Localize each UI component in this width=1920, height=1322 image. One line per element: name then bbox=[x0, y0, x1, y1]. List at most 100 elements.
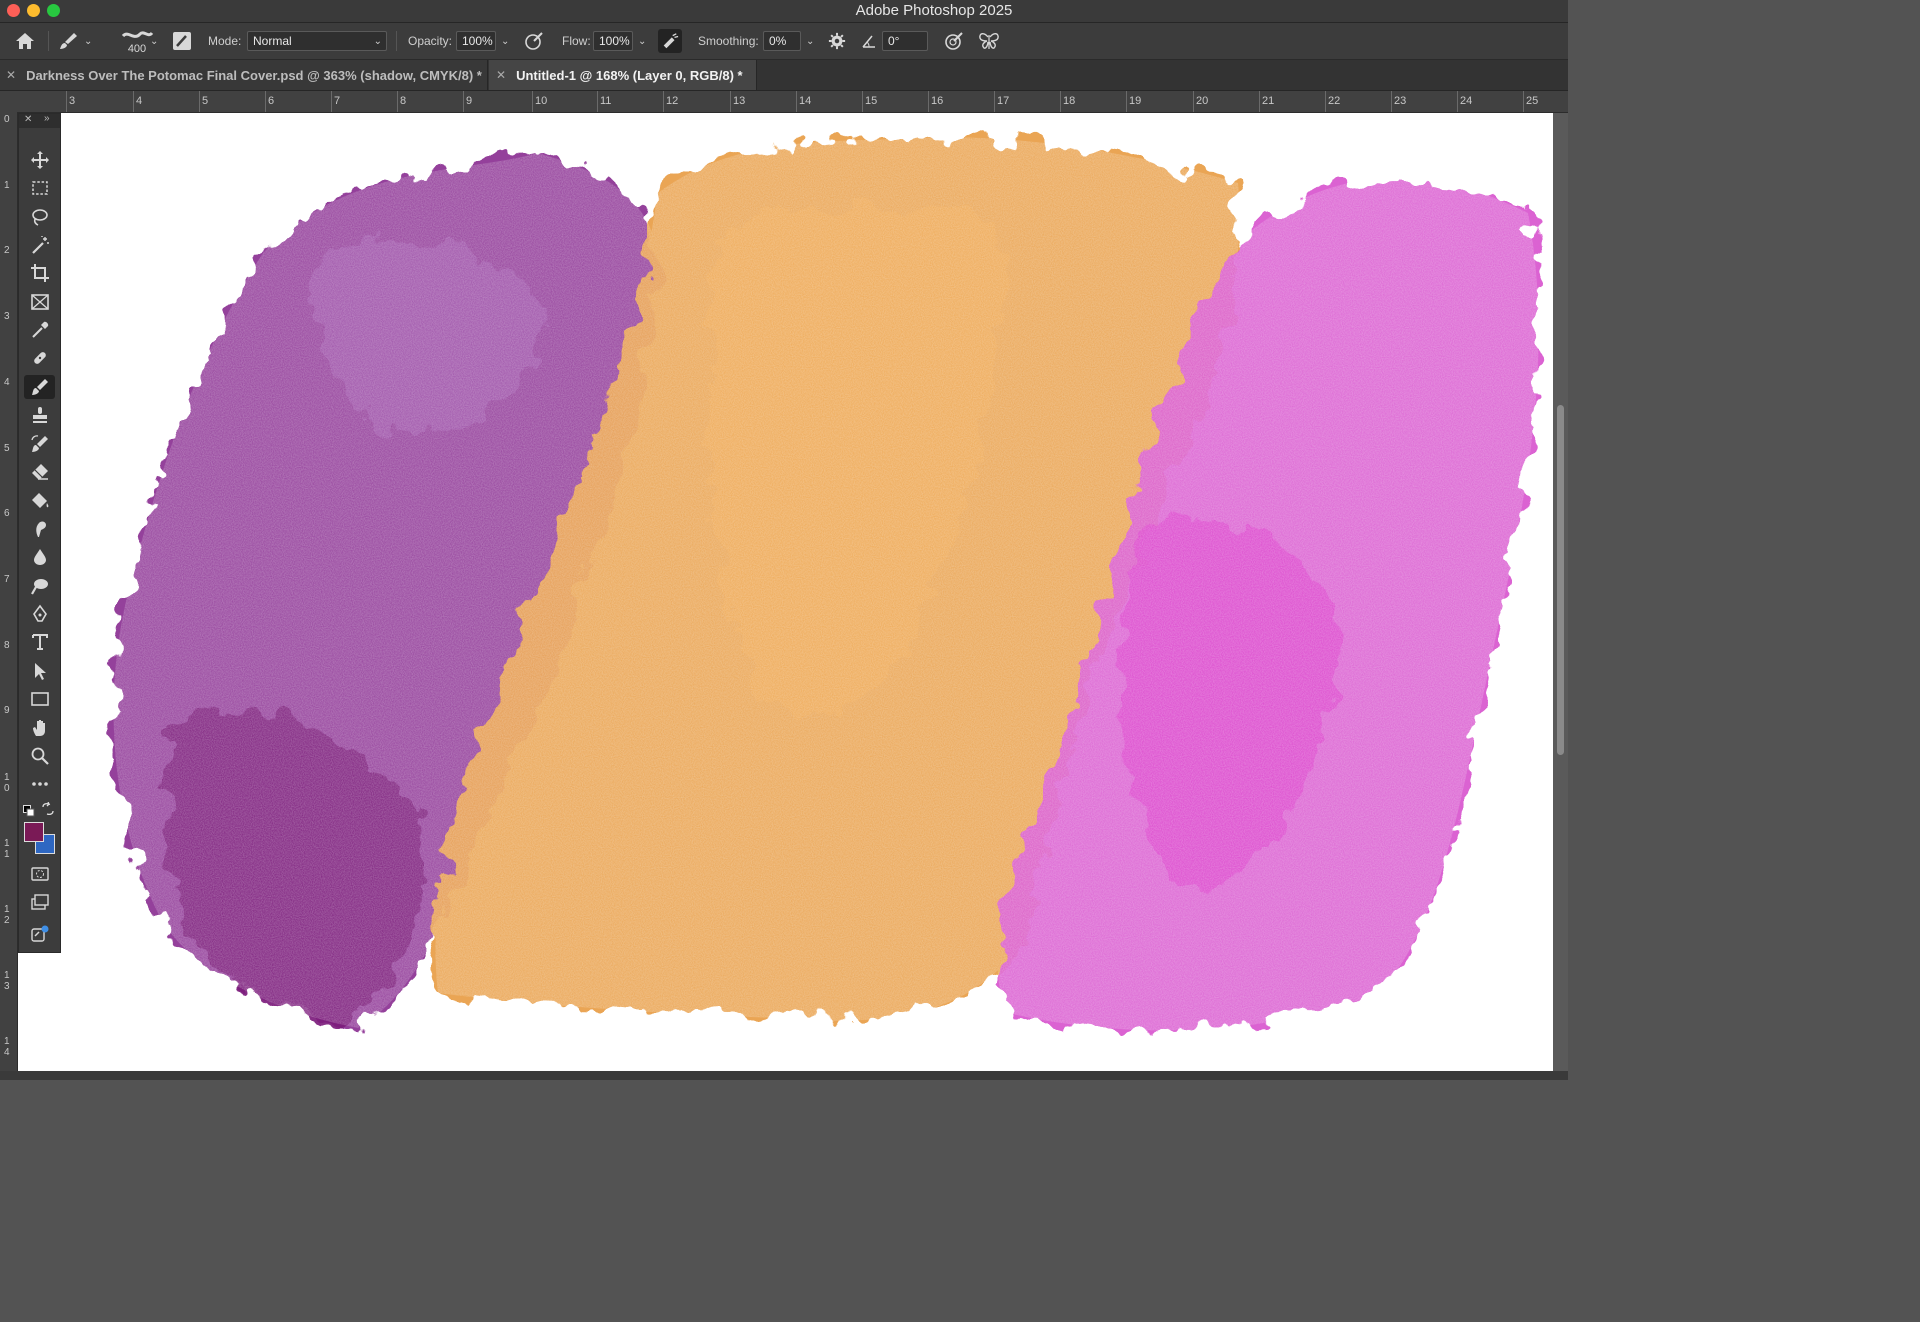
app-title: Adobe Photoshop 2025 bbox=[855, 2, 1013, 19]
quick-mask-button[interactable] bbox=[24, 862, 55, 886]
opacity-slider-toggle[interactable]: ⌄ bbox=[501, 36, 509, 47]
zoom-tool-icon bbox=[31, 747, 49, 765]
magic-wand-icon bbox=[31, 236, 49, 254]
blur-tool-button[interactable] bbox=[24, 545, 55, 569]
ruler-label: 0 bbox=[4, 114, 10, 125]
history-brush-button[interactable] bbox=[24, 432, 55, 456]
mode-select[interactable]: Normal ⌄ bbox=[247, 31, 387, 51]
path-selection-button[interactable] bbox=[24, 659, 55, 683]
close-icon[interactable]: ✕ bbox=[496, 68, 506, 82]
home-icon bbox=[16, 33, 34, 49]
paint-bucket-button[interactable] bbox=[24, 488, 55, 512]
chevron-down-icon: ⌄ bbox=[373, 35, 382, 47]
opacity-input[interactable]: 100% bbox=[456, 31, 496, 51]
healing-brush-button[interactable] bbox=[24, 346, 55, 370]
angle-icon bbox=[862, 35, 875, 48]
ruler-label: 20 bbox=[1196, 95, 1209, 107]
edit-toolbar-button[interactable] bbox=[24, 922, 55, 946]
pressure-size-toggle[interactable] bbox=[944, 23, 966, 59]
lasso-tool-button[interactable] bbox=[24, 205, 55, 229]
tab-untitled-1[interactable]: ✕ Untitled-1 @ 168% (Layer 0, RGB/8) * bbox=[489, 60, 757, 90]
smoothing-label: Smoothing: bbox=[698, 34, 759, 48]
hand-tool-button[interactable] bbox=[24, 716, 55, 740]
smudge-tool-button[interactable] bbox=[24, 517, 55, 541]
mode-label: Mode: bbox=[208, 34, 242, 48]
ruler-label: 17 bbox=[997, 95, 1010, 107]
ruler-tick bbox=[1126, 91, 1127, 112]
close-icon[interactable]: ✕ bbox=[6, 68, 16, 82]
more-tools-icon bbox=[31, 782, 48, 786]
horizontal-ruler[interactable]: 3 4 5 6 7 8 9 10 11 12 13 14 15 16 17 18 19 20 21 22 23 24 25 bbox=[0, 91, 1568, 113]
smoothing-input[interactable]: 0% bbox=[763, 31, 801, 51]
ruler-tick bbox=[862, 91, 863, 112]
tools-panel-header[interactable]: ✕ » bbox=[19, 113, 60, 128]
tool-preset-picker[interactable]: ⌄ bbox=[58, 23, 100, 59]
smoothing-options-button[interactable] bbox=[828, 23, 850, 59]
close-icon[interactable]: ✕ bbox=[24, 114, 32, 125]
eraser-icon bbox=[31, 464, 48, 480]
gear-icon bbox=[828, 32, 846, 50]
flow-slider-toggle[interactable]: ⌄ bbox=[638, 36, 646, 47]
screen-mode-button[interactable] bbox=[24, 890, 55, 914]
ruler-label: 1 bbox=[4, 180, 10, 191]
home-button[interactable] bbox=[14, 23, 40, 59]
ruler-label: 2 bbox=[4, 245, 10, 256]
vertical-scrollbar[interactable] bbox=[1553, 113, 1568, 1071]
tab-label: Untitled-1 @ 168% (Layer 0, RGB/8) * bbox=[516, 67, 743, 83]
dodge-tool-button[interactable] bbox=[24, 574, 55, 598]
eraser-button[interactable] bbox=[24, 460, 55, 484]
type-tool-button[interactable] bbox=[24, 630, 55, 654]
brush-angle-input[interactable]: 0° bbox=[882, 31, 928, 51]
ruler-tick bbox=[1259, 91, 1260, 112]
rectangle-tool-button[interactable] bbox=[24, 687, 55, 711]
healing-brush-icon bbox=[33, 352, 46, 364]
ruler-label: 10 bbox=[535, 95, 548, 107]
title-bar: Adobe Photoshop 2025 bbox=[0, 0, 1568, 23]
scrollbar-thumb[interactable] bbox=[1557, 405, 1564, 755]
ruler-label: 5 bbox=[4, 443, 10, 454]
eyedropper-button[interactable] bbox=[24, 318, 55, 342]
lasso-tool-icon bbox=[31, 209, 48, 226]
default-colors-icon[interactable] bbox=[23, 804, 35, 817]
flow-input[interactable]: 100% bbox=[593, 31, 633, 51]
paint-strokes-artwork bbox=[113, 137, 1539, 1031]
magic-wand-button[interactable] bbox=[24, 233, 55, 257]
move-tool-button[interactable] bbox=[24, 148, 55, 172]
ruler-label: 12 bbox=[666, 95, 679, 107]
ruler-label: 23 bbox=[1394, 95, 1407, 107]
airbrush-toggle[interactable] bbox=[658, 23, 684, 59]
brush-settings-toggle[interactable] bbox=[172, 23, 194, 59]
document-canvas[interactable] bbox=[18, 113, 1553, 1071]
ruler-label: 8 bbox=[4, 640, 10, 651]
options-bar: ⌄ 400 ⌄ Mode: Normal ⌄ Opacity: 100% ⌄ F… bbox=[0, 23, 1568, 60]
mode-value: Normal bbox=[253, 34, 292, 48]
quick-mask-icon bbox=[30, 867, 49, 881]
ruler-tick bbox=[463, 91, 464, 112]
ruler-tick bbox=[331, 91, 332, 112]
pen-tool-button[interactable] bbox=[24, 602, 55, 626]
ruler-label: 1 1 bbox=[4, 838, 10, 860]
brush-icon bbox=[60, 33, 77, 49]
clone-stamp-icon bbox=[32, 407, 47, 423]
ruler-label: 7 bbox=[334, 95, 341, 107]
ruler-label: 7 bbox=[4, 574, 10, 585]
more-tools-button[interactable] bbox=[24, 772, 55, 796]
brush-size-caret[interactable]: ⌄ bbox=[150, 23, 158, 59]
smoothing-slider-toggle[interactable]: ⌄ bbox=[806, 36, 814, 47]
zoom-tool-button[interactable] bbox=[24, 744, 55, 768]
ruler-tick bbox=[730, 91, 731, 112]
paint-bucket-icon bbox=[31, 493, 48, 508]
vertical-ruler[interactable]: 0 1 2 3 4 5 6 7 8 9 1 0 1 1 1 2 1 3 1 4 bbox=[0, 112, 18, 1080]
collapse-panel-icon[interactable]: » bbox=[44, 113, 50, 124]
symmetry-button[interactable] bbox=[978, 23, 1002, 59]
frame-tool-button[interactable] bbox=[24, 290, 55, 314]
ruler-label: 18 bbox=[1063, 95, 1076, 107]
foreground-color-swatch[interactable] bbox=[24, 822, 44, 842]
crop-tool-button[interactable] bbox=[24, 261, 55, 285]
swap-colors-icon[interactable] bbox=[41, 801, 55, 816]
marquee-tool-button[interactable] bbox=[24, 176, 55, 200]
brush-tool-button[interactable] bbox=[24, 375, 55, 399]
clone-stamp-button[interactable] bbox=[24, 403, 55, 427]
tab-darkness-over-the-potomac[interactable]: ✕ Darkness Over The Potomac Final Cover.… bbox=[0, 60, 488, 90]
pressure-opacity-toggle[interactable] bbox=[524, 23, 546, 59]
